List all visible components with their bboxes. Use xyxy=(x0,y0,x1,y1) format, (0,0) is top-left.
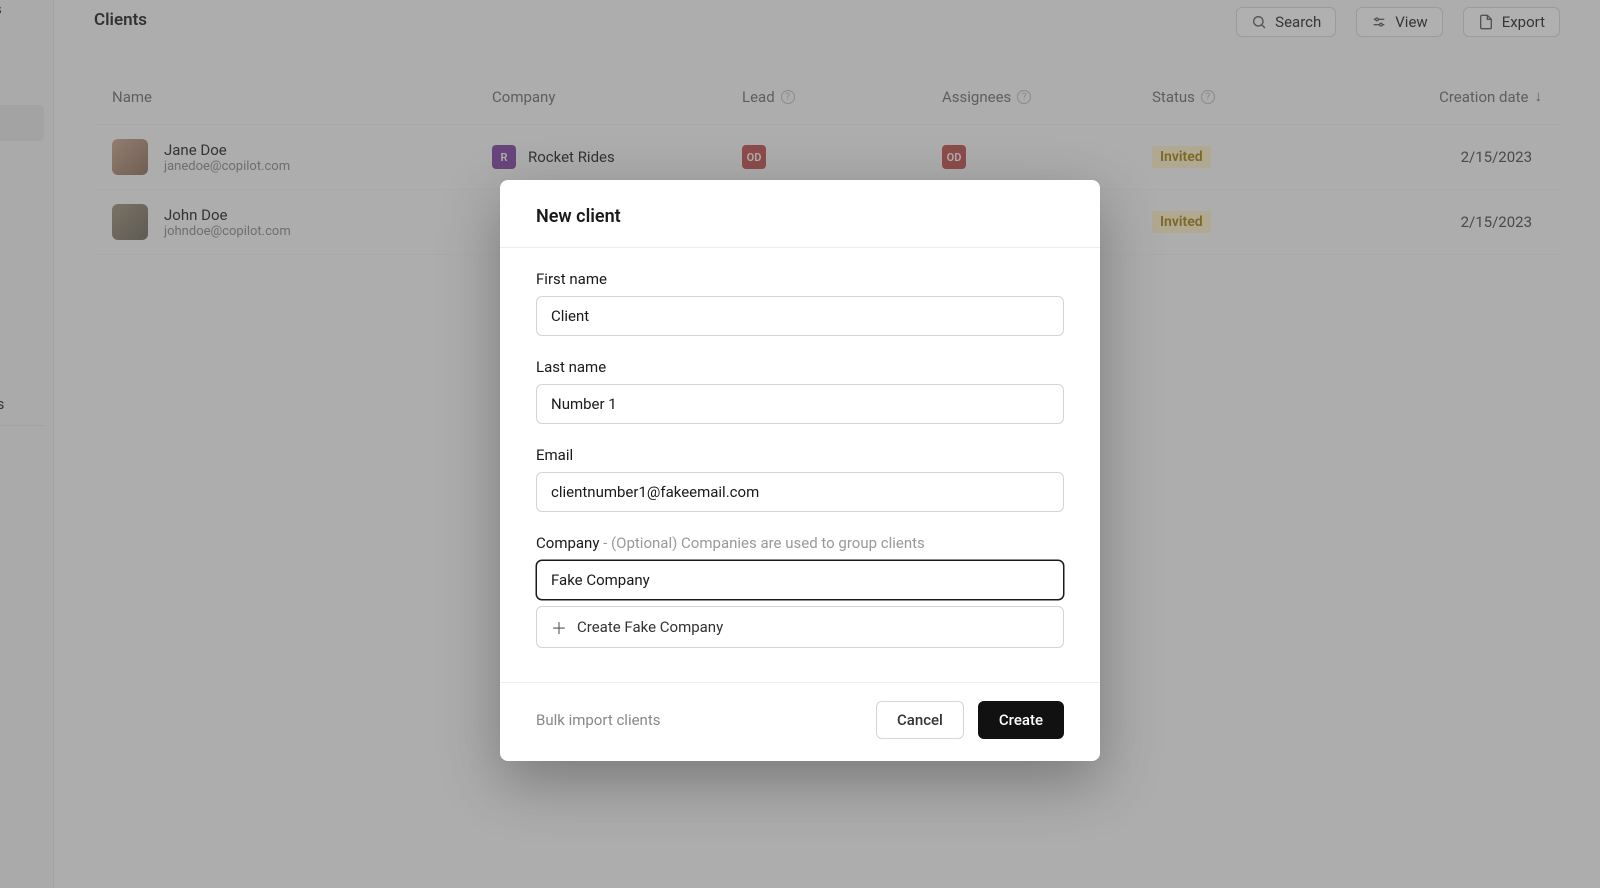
last-name-input[interactable] xyxy=(536,384,1064,424)
company-create-option[interactable]: ＋ Create Fake Company xyxy=(536,606,1064,648)
company-create-label: Create Fake Company xyxy=(577,618,723,636)
company-hint: - (Optional) Companies are used to group… xyxy=(599,534,924,552)
last-name-label: Last name xyxy=(536,358,1064,376)
plus-icon: ＋ xyxy=(551,615,567,639)
cancel-button[interactable]: Cancel xyxy=(876,701,964,739)
create-button[interactable]: Create xyxy=(978,701,1064,739)
modal-overlay[interactable]: New client First name Last name Email Co… xyxy=(0,0,1600,888)
company-label-wrap: Company - (Optional) Companies are used … xyxy=(536,534,1064,552)
bulk-import-link[interactable]: Bulk import clients xyxy=(536,711,660,729)
email-label: Email xyxy=(536,446,1064,464)
modal-title: New client xyxy=(500,180,1100,248)
email-input[interactable] xyxy=(536,472,1064,512)
company-label: Company xyxy=(536,534,599,552)
first-name-input[interactable] xyxy=(536,296,1064,336)
first-name-label: First name xyxy=(536,270,1064,288)
company-input[interactable] xyxy=(536,560,1064,600)
new-client-modal: New client First name Last name Email Co… xyxy=(500,180,1100,761)
